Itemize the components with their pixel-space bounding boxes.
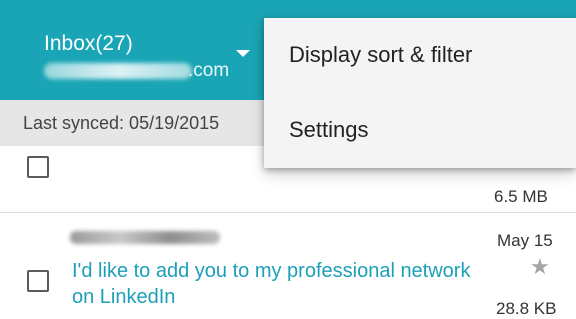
message-subject[interactable]: I'd like to add you to my professional n…	[72, 258, 492, 310]
inbox-title[interactable]: Inbox(27)	[44, 32, 133, 56]
divider	[0, 212, 576, 213]
menu-item-settings[interactable]: Settings	[264, 93, 576, 168]
message-checkbox[interactable]	[27, 156, 49, 178]
sender-redacted	[70, 231, 220, 244]
menu-item-display-sort-filter[interactable]: Display sort & filter	[264, 18, 576, 93]
dropdown-arrow-icon[interactable]	[236, 50, 250, 57]
message-size: 6.5 MB	[494, 187, 548, 206]
last-synced-text: Last synced: 05/19/2015	[23, 113, 220, 133]
star-icon[interactable]: ★	[530, 254, 550, 280]
account-email-suffix: .com	[188, 60, 230, 81]
message-checkbox[interactable]	[27, 270, 49, 292]
menu-item-label: Display sort & filter	[289, 42, 473, 67]
message-size: 28.8 KB	[496, 299, 557, 318]
account-email-redacted	[44, 63, 192, 79]
message-date: May 15	[497, 231, 553, 250]
overflow-menu: Display sort & filter Settings	[264, 18, 576, 168]
menu-item-label: Settings	[289, 117, 369, 142]
